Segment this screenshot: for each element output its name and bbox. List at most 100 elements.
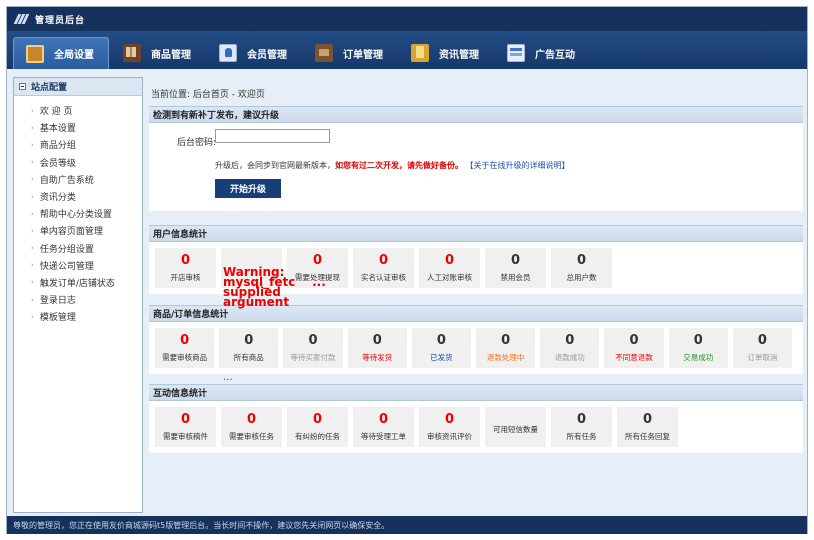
tab-label: 资讯管理 <box>439 49 479 61</box>
stat-card[interactable]: 0 交易成功 <box>668 328 728 368</box>
interact-stats-title: 互动信息统计 <box>149 384 803 401</box>
stat-card[interactable]: 0 需要处理提现 <box>287 248 348 288</box>
sidebar-header[interactable]: 站点配置 <box>14 78 142 96</box>
tab-goods[interactable]: 商品管理 <box>111 37 205 69</box>
stat-label: 可用短信数量 <box>493 424 538 434</box>
sidebar-item[interactable]: › 欢 迎 页 <box>14 102 142 119</box>
sidebar-item[interactable]: › 基本设置 <box>14 119 142 136</box>
stat-label: 有纠纷的任务 <box>295 432 340 441</box>
sidebar-item-label: 模板管理 <box>39 313 76 324</box>
stat-card[interactable]: 0 订单取消 <box>732 328 793 368</box>
stat-value: 0 <box>757 333 767 348</box>
chevron-right-icon: › <box>31 106 34 115</box>
sidebar: 站点配置 › 欢 迎 页 › 基本设置 › 商品分组 › 会员等级 › 自助广告系统 › 资讯分类 › 帮… <box>13 77 143 513</box>
stat-card[interactable]: 0 禁用会员 <box>485 248 546 288</box>
stat-value: 0 <box>312 412 323 427</box>
sidebar-item[interactable]: › 自助广告系统 <box>14 171 142 188</box>
stat-card[interactable]: 0 等待受理工单 <box>353 407 414 447</box>
upgrade-help-link[interactable]: 【关于在线升级的详细说明】 <box>466 161 570 170</box>
password-input[interactable] <box>215 129 330 143</box>
stat-label: 订单取消 <box>747 353 778 362</box>
upgrade-section: 检测到有新补丁发布，建议升级 后台密码: 升级后，会同步到官网最新版本，如您有过… <box>149 106 803 211</box>
tab-orders[interactable]: 订单管理 <box>303 37 397 69</box>
stat-label: 人工对账审核 <box>427 273 472 282</box>
stat-card[interactable]: 0 所有任务回复 <box>617 407 678 447</box>
chevron-right-icon: › <box>31 295 34 304</box>
goods-stats-title: 商品/订单信息统计 <box>149 305 803 322</box>
top-nav: 全局设置 商品管理 会员管理 订单管理 资讯管理 广告互动 <box>7 31 807 69</box>
stat-card[interactable]: 0 人工对账审核 <box>419 248 480 288</box>
tab-global-settings[interactable]: 全局设置 <box>13 37 109 69</box>
sidebar-item-label: 快递公司管理 <box>39 261 94 272</box>
sidebar-item-label: 会员等级 <box>39 158 76 169</box>
stat-label: 退款处理中 <box>486 353 525 362</box>
tab-members[interactable]: 会员管理 <box>207 37 301 69</box>
stat-label: 需要审核稿件 <box>163 432 208 441</box>
sidebar-item[interactable]: › 单内容页面管理 <box>14 222 142 239</box>
stat-card[interactable]: 0 实名认证审核 <box>353 248 414 288</box>
sidebar-item-label: 自助广告系统 <box>39 175 94 186</box>
sidebar-item[interactable]: › 登录日志 <box>14 291 142 308</box>
chevron-right-icon: › <box>31 192 34 201</box>
stat-value: 0 <box>629 333 639 348</box>
sidebar-item[interactable]: › 资讯分类 <box>14 188 142 205</box>
stat-card[interactable] <box>221 248 282 288</box>
php-warning-fragment: ... <box>223 375 233 381</box>
stat-value: 0 <box>642 412 653 427</box>
stat-card[interactable]: 0 有纠纷的任务 <box>287 407 348 447</box>
sidebar-item-label: 任务分组设置 <box>39 244 94 255</box>
tab-ads[interactable]: 广告互动 <box>495 37 589 69</box>
sidebar-title: 站点配置 <box>31 83 68 93</box>
stat-value: 0 <box>372 333 382 348</box>
goods-stats-cards: 0 需要审核商品 0 所有商品 0 等待买家付款 0 等待发货 0 已发货 0 退款处理中 0 退款成功 0… <box>149 322 803 374</box>
note-text: 升级后，会同步到官网最新版本， <box>215 161 335 170</box>
stat-card[interactable]: 0 所有商品 <box>219 328 279 368</box>
sidebar-item-label: 资讯分类 <box>39 193 76 204</box>
stat-value: 0 <box>576 253 587 268</box>
footer-status: 尊敬的管理员，您正在使用友价商城源码t5版管理后台。当长时间不操作，建议您先关闭… <box>7 516 807 534</box>
stat-card[interactable]: 0 不同意退款 <box>604 328 664 368</box>
stat-card[interactable]: 0 退款处理中 <box>476 328 536 368</box>
breadcrumb: 当前位置: 后台首页 - 欢迎页 <box>151 90 265 100</box>
stat-card[interactable]: 0 等待买家付款 <box>283 328 343 368</box>
stat-card[interactable]: 0 总用户数 <box>551 248 612 288</box>
chevron-right-icon: › <box>31 261 34 270</box>
stat-card[interactable]: 0 所有任务 <box>551 407 612 447</box>
stat-card[interactable]: 0 审核资讯评价 <box>419 407 480 447</box>
sidebar-item[interactable]: › 模板管理 <box>14 308 142 325</box>
stat-card[interactable]: 0 需要审核商品 <box>155 328 215 368</box>
sidebar-item[interactable]: › 帮助中心分类设置 <box>14 205 142 222</box>
stat-value: 0 <box>436 333 446 348</box>
sidebar-item[interactable]: › 会员等级 <box>14 154 142 171</box>
stat-label: 需要审核任务 <box>229 432 274 441</box>
stat-card[interactable]: 0 等待发货 <box>347 328 407 368</box>
stat-card[interactable]: 0 开店审核 <box>155 248 216 288</box>
stat-label: 审核资讯评价 <box>427 432 472 441</box>
stat-card[interactable]: 0 需要审核稿件 <box>155 407 216 447</box>
sidebar-item[interactable]: › 快递公司管理 <box>14 257 142 274</box>
stat-label: 需要处理提现 <box>295 273 340 282</box>
goods-stats-section: 商品/订单信息统计 0 需要审核商品 0 所有商品 0 等待买家付款 0 等待发货 0 已发货 0 退… <box>149 305 803 374</box>
settings-icon <box>26 44 44 63</box>
chevron-right-icon: › <box>31 209 34 218</box>
sidebar-item[interactable]: › 触发订单/店铺状态 <box>14 274 142 291</box>
chevron-right-icon: › <box>31 140 34 149</box>
stat-card[interactable]: 0 已发货 <box>411 328 472 368</box>
chevron-right-icon: › <box>31 226 34 235</box>
sidebar-item-label: 触发订单/店铺状态 <box>39 278 115 289</box>
stat-card[interactable]: 0 退款成功 <box>540 328 600 368</box>
sidebar-item[interactable]: › 商品分组 <box>14 136 142 153</box>
user-stats-cards: 0 开店审核 0 需要处理提现 0 实名认证审核 0 人工对账审核 0 禁用会员 0 总用户数 <box>149 242 803 294</box>
sidebar-item[interactable]: › 任务分组设置 <box>14 240 142 257</box>
stat-card[interactable]: 0 需要审核任务 <box>221 407 282 447</box>
admin-window: 管理员后台 全局设置 商品管理 会员管理 订单管理 资讯管理 广告互动 站点配置… <box>6 6 808 534</box>
stat-label: 所有商品 <box>233 353 264 362</box>
stat-card[interactable]: 可用短信数量 <box>485 407 546 447</box>
stat-value: 0 <box>378 253 389 268</box>
stat-value: 0 <box>308 333 318 348</box>
start-upgrade-button[interactable]: 开始升级 <box>215 179 281 198</box>
stat-label: 退款成功 <box>554 353 585 362</box>
stat-value: 0 <box>312 253 323 268</box>
tab-label: 全局设置 <box>54 50 94 61</box>
tab-news[interactable]: 资讯管理 <box>399 37 493 69</box>
